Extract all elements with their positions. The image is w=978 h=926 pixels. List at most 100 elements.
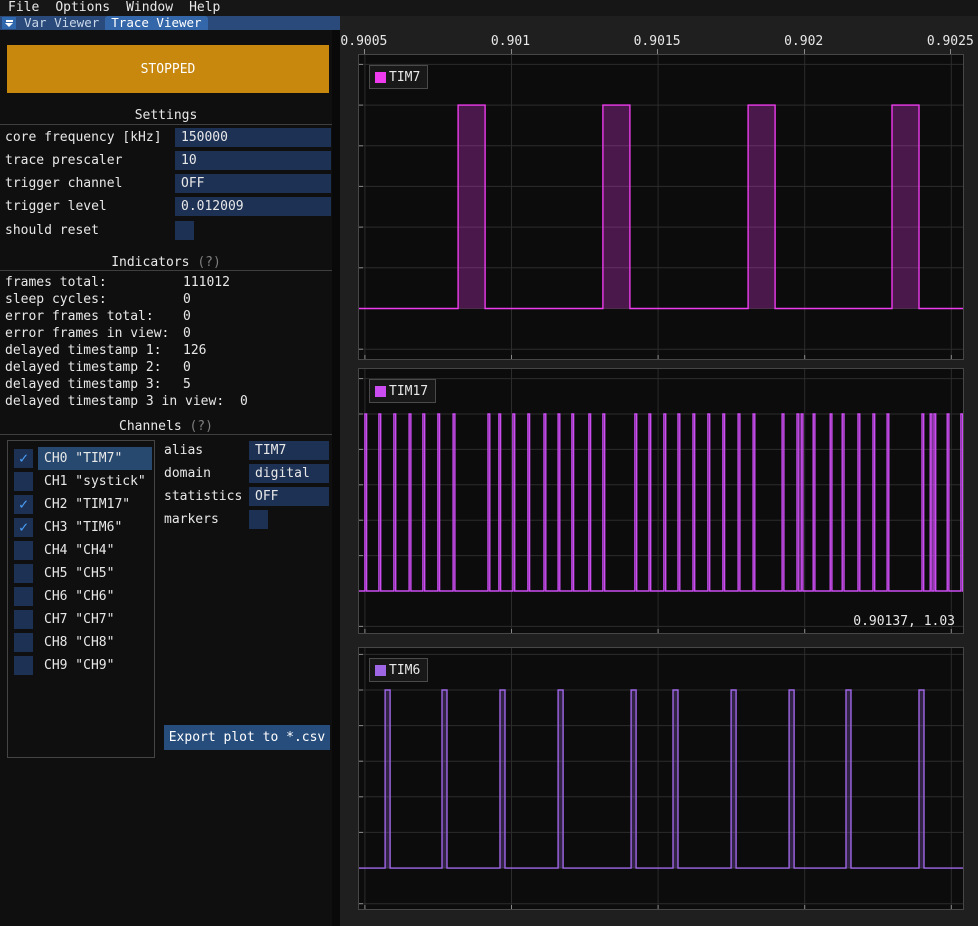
legend-label: TIM7 bbox=[389, 70, 420, 85]
x-axis-tick-label: 0.9015 bbox=[607, 34, 707, 49]
legend-tim7[interactable]: TIM7 bbox=[369, 65, 428, 89]
channel-checkbox[interactable]: ✓ bbox=[14, 495, 33, 514]
channel-label: CH8 "CH8" bbox=[44, 631, 114, 654]
channel-row-ch3[interactable]: ✓ CH3 "TIM6" bbox=[8, 516, 154, 539]
channel-row-ch2[interactable]: ✓CH2 "TIM17" bbox=[8, 493, 154, 516]
indicator-value: 5 bbox=[183, 376, 191, 393]
statistics-label: statistics bbox=[164, 487, 242, 506]
indicators-title: Indicators bbox=[111, 255, 189, 270]
indicator-label: delayed timestamp 1: bbox=[5, 342, 162, 359]
settings-header: Settings bbox=[0, 108, 332, 123]
indicator-value: 0 bbox=[183, 308, 191, 325]
domain-label: domain bbox=[164, 464, 211, 483]
channel-checkbox[interactable]: ✓ bbox=[14, 449, 33, 468]
channel-row-ch0[interactable]: ✓ CH0 "TIM7" bbox=[8, 447, 154, 470]
channel-checkbox[interactable] bbox=[14, 472, 33, 491]
tab-var-viewer[interactable]: Var Viewer bbox=[18, 16, 105, 30]
channel-checkbox[interactable] bbox=[14, 587, 33, 606]
indicator-value: 0 bbox=[183, 325, 191, 342]
x-axis-tick-label: 0.901 bbox=[461, 34, 561, 49]
channels-header: Channels (?) bbox=[0, 419, 332, 434]
trace-viewer-app: File Options Window Help Var Viewer Trac… bbox=[0, 0, 978, 926]
waveform-svg[interactable] bbox=[359, 369, 963, 633]
indicator-value: 0 bbox=[240, 393, 248, 410]
indicator-label: frames total: bbox=[5, 274, 107, 291]
legend-tim6[interactable]: TIM6 bbox=[369, 658, 428, 682]
menu-window[interactable]: Window bbox=[118, 0, 181, 16]
channel-list: ✓ CH0 "TIM7" CH1 "systick" ✓CH2 "TIM17" ✓… bbox=[7, 440, 155, 758]
channel-row-ch5[interactable]: CH5 "CH5" bbox=[8, 562, 154, 585]
channel-label: CH3 "TIM6" bbox=[44, 516, 122, 539]
indicator-label: error frames total: bbox=[5, 308, 154, 325]
waveform-svg[interactable] bbox=[359, 648, 963, 909]
panel-divider[interactable] bbox=[332, 30, 340, 926]
should-reset-checkbox[interactable] bbox=[175, 221, 194, 240]
channel-checkbox[interactable]: ✓ bbox=[14, 518, 33, 537]
help-icon[interactable]: (?) bbox=[197, 255, 220, 270]
indicator-label: sleep cycles: bbox=[5, 291, 107, 308]
channel-row-ch6[interactable]: CH6 "CH6" bbox=[8, 585, 154, 608]
channel-row-ch9[interactable]: CH9 "CH9" bbox=[8, 654, 154, 677]
trigger-level-input[interactable]: 0.012009 bbox=[175, 197, 331, 216]
channel-label: CH4 "CH4" bbox=[44, 539, 114, 562]
series-color-swatch bbox=[375, 72, 386, 83]
channel-checkbox[interactable] bbox=[14, 610, 33, 629]
should-reset-label: should reset bbox=[5, 221, 99, 240]
cursor-position-readout: 0.90137, 1.03 bbox=[853, 614, 955, 629]
indicator-value: 126 bbox=[183, 342, 206, 359]
channel-row-ch8[interactable]: CH8 "CH8" bbox=[8, 631, 154, 654]
menu-file[interactable]: File bbox=[0, 0, 47, 16]
indicator-label: error frames in view: bbox=[5, 325, 169, 342]
alias-input[interactable]: TIM7 bbox=[249, 441, 329, 460]
x-axis-tick-label: 0.902 bbox=[754, 34, 854, 49]
legend-label: TIM6 bbox=[389, 663, 420, 678]
acquisition-state-button[interactable]: STOPPED bbox=[7, 45, 329, 93]
channel-label: CH0 "TIM7" bbox=[44, 447, 122, 470]
channel-row-ch1[interactable]: CH1 "systick" bbox=[8, 470, 154, 493]
trace-prescaler-input[interactable]: 10 bbox=[175, 151, 331, 170]
trace-prescaler-label: trace prescaler bbox=[5, 151, 122, 170]
markers-checkbox[interactable] bbox=[249, 510, 268, 529]
plot-tim17[interactable]: TIM17 0.90137, 1.03 bbox=[358, 368, 964, 634]
export-csv-button[interactable]: Export plot to *.csv bbox=[164, 725, 330, 750]
statistics-select[interactable]: OFF bbox=[249, 487, 329, 506]
channel-label: CH7 "CH7" bbox=[44, 608, 114, 631]
menu-help[interactable]: Help bbox=[181, 0, 228, 16]
indicator-value: 0 bbox=[183, 359, 191, 376]
core-frequency-label: core frequency [kHz] bbox=[5, 128, 162, 147]
channels-title: Channels bbox=[119, 419, 182, 434]
channel-checkbox[interactable] bbox=[14, 633, 33, 652]
channel-checkbox[interactable] bbox=[14, 541, 33, 560]
help-icon[interactable]: (?) bbox=[189, 419, 212, 434]
core-frequency-input[interactable]: 150000 bbox=[175, 128, 331, 147]
channel-label: CH6 "CH6" bbox=[44, 585, 114, 608]
collapse-window-icon[interactable] bbox=[2, 17, 16, 29]
indicator-label: delayed timestamp 2: bbox=[5, 359, 162, 376]
channel-label: CH1 "systick" bbox=[44, 470, 146, 493]
trigger-channel-label: trigger channel bbox=[5, 174, 122, 193]
indicators-header: Indicators (?) bbox=[0, 255, 332, 270]
tab-trace-viewer[interactable]: Trace Viewer bbox=[105, 16, 207, 30]
channel-label: CH9 "CH9" bbox=[44, 654, 114, 677]
channel-checkbox[interactable] bbox=[14, 564, 33, 583]
channel-checkbox[interactable] bbox=[14, 656, 33, 675]
plot-tim7[interactable]: TIM7 bbox=[358, 54, 964, 360]
indicator-value: 111012 bbox=[183, 274, 230, 291]
channel-row-ch4[interactable]: CH4 "CH4" bbox=[8, 539, 154, 562]
legend-tim17[interactable]: TIM17 bbox=[369, 379, 436, 403]
channel-row-ch7[interactable]: CH7 "CH7" bbox=[8, 608, 154, 631]
menu-bar: File Options Window Help bbox=[0, 0, 978, 16]
separator bbox=[0, 124, 332, 125]
channel-label: CH5 "CH5" bbox=[44, 562, 114, 585]
separator bbox=[0, 270, 332, 271]
indicator-label: delayed timestamp 3: bbox=[5, 376, 162, 393]
waveform-svg[interactable] bbox=[359, 55, 963, 359]
domain-select[interactable]: digital bbox=[249, 464, 329, 483]
menu-options[interactable]: Options bbox=[47, 0, 118, 16]
separator bbox=[0, 434, 332, 435]
series-color-swatch bbox=[375, 665, 386, 676]
trigger-channel-select[interactable]: OFF bbox=[175, 174, 331, 193]
plot-tim6[interactable]: TIM6 bbox=[358, 647, 964, 910]
indicator-value: 0 bbox=[183, 291, 191, 308]
markers-label: markers bbox=[164, 510, 219, 529]
